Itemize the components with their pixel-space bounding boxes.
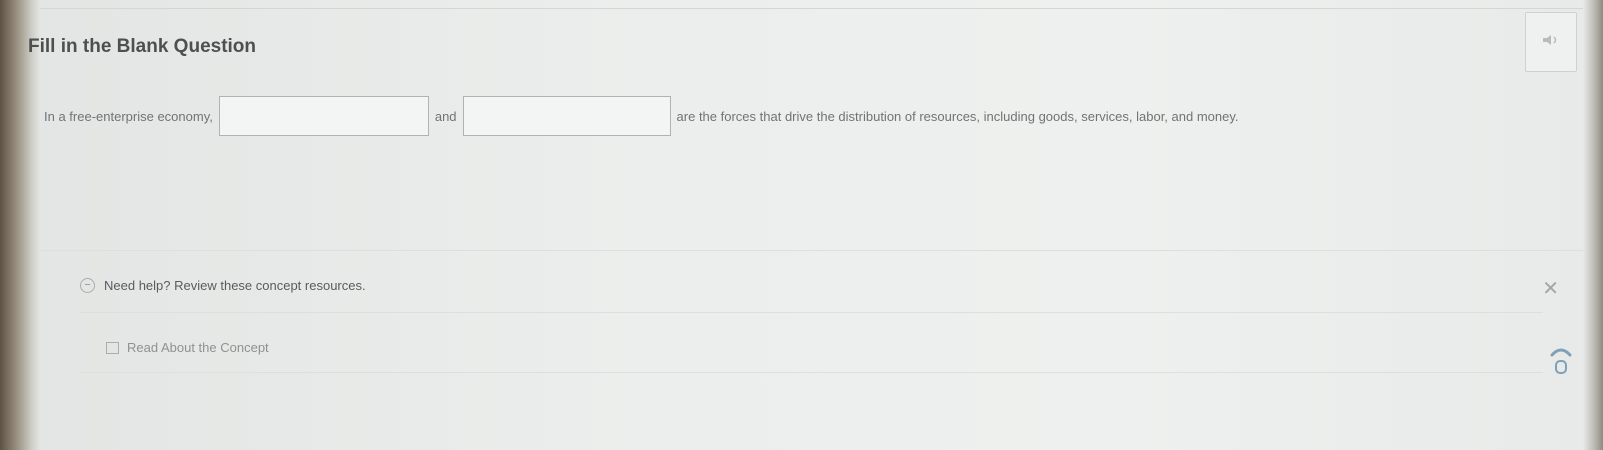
right-bezel: [1583, 0, 1603, 450]
sentence-part-2: are the forces that drive the distributi…: [676, 108, 1239, 124]
read-concept-label: Read About the Concept: [127, 340, 269, 355]
sentence-connector: and: [434, 108, 457, 124]
blank-input-2[interactable]: [462, 96, 671, 136]
sentence-part-1: In a free-enterprise economy,: [44, 108, 213, 124]
speaker-icon: [1542, 33, 1560, 52]
question-title: Fill in the Blank Question: [28, 36, 257, 57]
audio-button[interactable]: [1525, 12, 1577, 72]
minus-circle-icon: −: [80, 278, 95, 293]
close-icon[interactable]: ✕: [1542, 276, 1559, 301]
question-sentence: In a free-enterprise economy, and are th…: [44, 96, 1239, 136]
top-divider: [40, 8, 1583, 9]
help-divider: [80, 312, 1543, 313]
question-screen: Fill in the Blank Question In a free-ent…: [0, 0, 1603, 450]
left-bezel: [0, 0, 40, 450]
read-concept-link[interactable]: Read About the Concept: [106, 340, 269, 355]
scroll-hint-icon[interactable]: [1547, 343, 1575, 379]
section-divider: [40, 250, 1583, 251]
resource-divider: [80, 372, 1543, 373]
book-icon: [106, 341, 119, 354]
blank-input-1[interactable]: [218, 96, 429, 136]
help-label: Need help? Review these concept resource…: [104, 278, 366, 293]
help-toggle[interactable]: − Need help? Review these concept resour…: [80, 278, 366, 293]
